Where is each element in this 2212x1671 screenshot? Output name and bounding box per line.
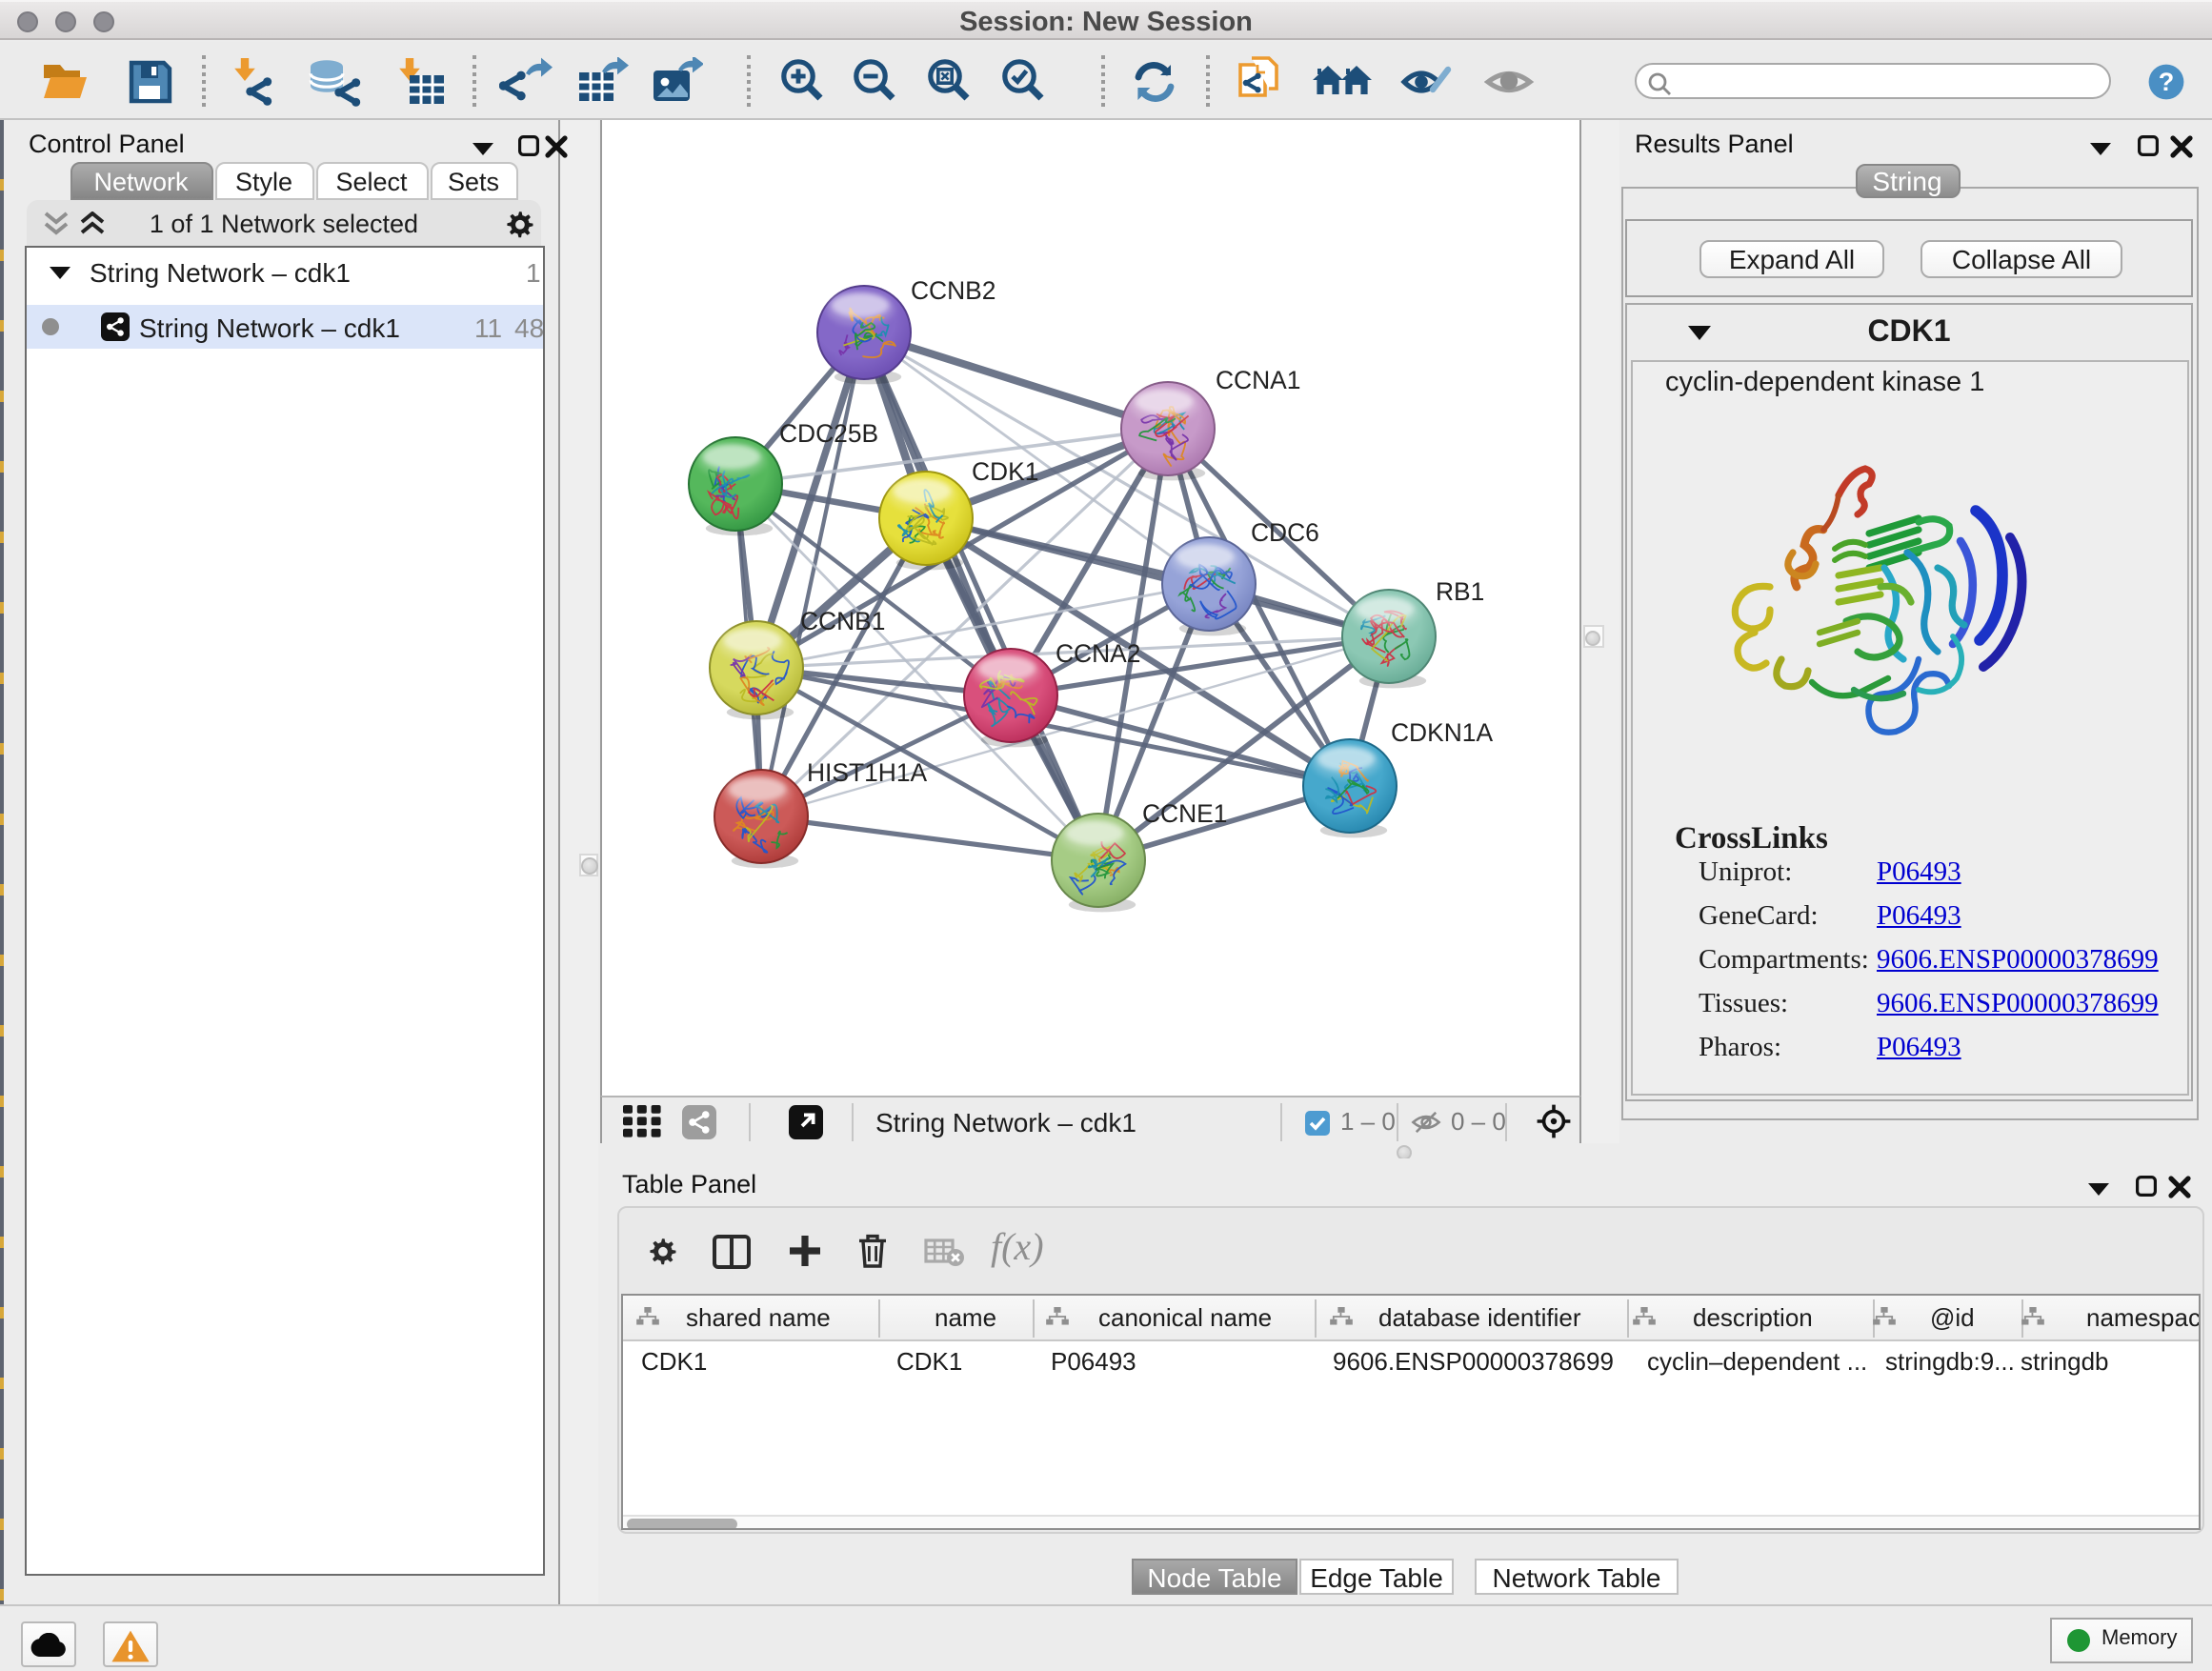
svg-text:CCNA2: CCNA2 xyxy=(1055,639,1139,668)
svg-text:HIST1H1A: HIST1H1A xyxy=(806,758,927,787)
svg-text:CDK1: CDK1 xyxy=(971,457,1037,486)
svg-text:CCNB1: CCNB1 xyxy=(799,607,884,635)
svg-text:CDC25B: CDC25B xyxy=(778,419,877,448)
svg-text:?: ? xyxy=(2159,68,2175,96)
svg-text:RB1: RB1 xyxy=(1435,577,1483,606)
svg-text:CDKN1A: CDKN1A xyxy=(1390,718,1492,747)
svg-text:CDC6: CDC6 xyxy=(1250,518,1318,547)
svg-text:CCNE1: CCNE1 xyxy=(1141,799,1226,828)
svg-text:CCNB2: CCNB2 xyxy=(910,276,995,305)
svg-text:CCNA1: CCNA1 xyxy=(1215,366,1299,394)
